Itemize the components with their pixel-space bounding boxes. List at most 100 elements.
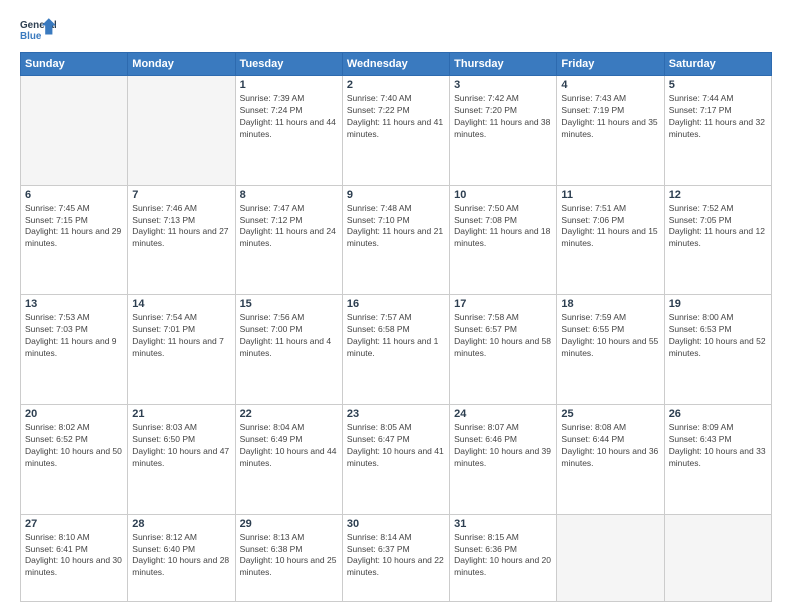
calendar-cell: 4Sunrise: 7:43 AMSunset: 7:19 PMDaylight… [557,76,664,186]
weekday-header-wednesday: Wednesday [342,53,449,76]
calendar-week-3: 13 Sunrise: 7:53 AMSunset: 7:03 PMDayligh… [21,295,772,405]
calendar-cell: 18 Sunrise: 7:59 AMSunset: 6:55 PMDayligh… [557,295,664,405]
calendar-table: SundayMondayTuesdayWednesdayThursdayFrid… [20,52,772,602]
calendar-cell: 11 Sunrise: 7:51 AMSunset: 7:06 PMDayligh… [557,185,664,295]
day-number: 14 [132,298,230,310]
calendar-cell: 22Sunrise: 8:04 AMSunset: 6:49 PMDayligh… [235,405,342,515]
day-number: 7 [132,189,230,201]
day-info: Sunrise: 7:45 AMSunset: 7:15 PMDaylight:… [25,203,123,251]
calendar-cell: 16 Sunrise: 7:57 AMSunset: 6:58 PMDayligh… [342,295,449,405]
day-number: 28 [132,518,230,530]
calendar-week-5: 27 Sunrise: 8:10 AMSunset: 6:41 PMDayligh… [21,514,772,601]
day-info: Sunrise: 7:54 AMSunset: 7:01 PMDaylight:… [132,312,230,360]
calendar-cell: 12Sunrise: 7:52 AMSunset: 7:05 PMDayligh… [664,185,771,295]
calendar-cell: 14 Sunrise: 7:54 AMSunset: 7:01 PMDayligh… [128,295,235,405]
logo-icon: General Blue [20,16,56,44]
calendar-cell: 21 Sunrise: 8:03 AMSunset: 6:50 PMDayligh… [128,405,235,515]
day-info: Sunrise: 8:03 AMSunset: 6:50 PMDaylight:… [132,422,230,470]
day-info: Sunrise: 7:40 AMSunset: 7:22 PMDaylight:… [347,93,445,141]
day-number: 5 [669,79,767,91]
day-info: Sunrise: 8:12 AMSunset: 6:40 PMDaylight:… [132,532,230,580]
day-number: 3 [454,79,552,91]
day-info: Sunrise: 7:46 AMSunset: 7:13 PMDaylight:… [132,203,230,251]
day-info: Sunrise: 7:56 AMSunset: 7:00 PMDaylight:… [240,312,338,360]
calendar-week-2: 6 Sunrise: 7:45 AMSunset: 7:15 PMDaylight… [21,185,772,295]
day-number: 6 [25,189,123,201]
day-number: 13 [25,298,123,310]
calendar-cell [664,514,771,601]
day-info: Sunrise: 8:15 AMSunset: 6:36 PMDaylight:… [454,532,552,580]
weekday-header-monday: Monday [128,53,235,76]
day-number: 26 [669,408,767,420]
day-info: Sunrise: 7:52 AMSunset: 7:05 PMDaylight:… [669,203,767,251]
logo: General Blue [20,16,56,44]
day-info: Sunrise: 7:48 AMSunset: 7:10 PMDaylight:… [347,203,445,251]
calendar-cell: 17Sunrise: 7:58 AMSunset: 6:57 PMDayligh… [450,295,557,405]
day-number: 4 [561,79,659,91]
day-number: 18 [561,298,659,310]
day-number: 1 [240,79,338,91]
weekday-header-row: SundayMondayTuesdayWednesdayThursdayFrid… [21,53,772,76]
day-number: 16 [347,298,445,310]
calendar-cell: 27 Sunrise: 8:10 AMSunset: 6:41 PMDayligh… [21,514,128,601]
day-info: Sunrise: 8:02 AMSunset: 6:52 PMDaylight:… [25,422,123,470]
day-info: Sunrise: 7:57 AMSunset: 6:58 PMDaylight:… [347,312,445,360]
day-number: 25 [561,408,659,420]
weekday-header-saturday: Saturday [664,53,771,76]
day-info: Sunrise: 7:53 AMSunset: 7:03 PMDaylight:… [25,312,123,360]
calendar-cell: 10 Sunrise: 7:50 AMSunset: 7:08 PMDayligh… [450,185,557,295]
calendar-cell: 13 Sunrise: 7:53 AMSunset: 7:03 PMDayligh… [21,295,128,405]
calendar-cell: 31 Sunrise: 8:15 AMSunset: 6:36 PMDayligh… [450,514,557,601]
svg-text:Blue: Blue [20,31,42,42]
day-info: Sunrise: 7:42 AMSunset: 7:20 PMDaylight:… [454,93,552,141]
day-number: 23 [347,408,445,420]
day-number: 29 [240,518,338,530]
day-info: Sunrise: 8:10 AMSunset: 6:41 PMDaylight:… [25,532,123,580]
day-number: 9 [347,189,445,201]
day-info: Sunrise: 8:14 AMSunset: 6:37 PMDaylight:… [347,532,445,580]
day-info: Sunrise: 7:59 AMSunset: 6:55 PMDaylight:… [561,312,659,360]
day-info: Sunrise: 7:44 AMSunset: 7:17 PMDaylight:… [669,93,767,141]
day-info: Sunrise: 8:05 AMSunset: 6:47 PMDaylight:… [347,422,445,470]
calendar-cell: 6 Sunrise: 7:45 AMSunset: 7:15 PMDaylight… [21,185,128,295]
weekday-header-sunday: Sunday [21,53,128,76]
calendar-cell: 5 Sunrise: 7:44 AMSunset: 7:17 PMDaylight… [664,76,771,186]
day-number: 21 [132,408,230,420]
day-number: 8 [240,189,338,201]
day-number: 17 [454,298,552,310]
day-info: Sunrise: 7:39 AMSunset: 7:24 PMDaylight:… [240,93,338,141]
day-info: Sunrise: 7:50 AMSunset: 7:08 PMDaylight:… [454,203,552,251]
calendar-cell: 23 Sunrise: 8:05 AMSunset: 6:47 PMDayligh… [342,405,449,515]
day-info: Sunrise: 7:47 AMSunset: 7:12 PMDaylight:… [240,203,338,251]
day-info: Sunrise: 7:51 AMSunset: 7:06 PMDaylight:… [561,203,659,251]
weekday-header-friday: Friday [557,53,664,76]
calendar-cell [128,76,235,186]
day-number: 10 [454,189,552,201]
day-number: 30 [347,518,445,530]
calendar-cell: 29Sunrise: 8:13 AMSunset: 6:38 PMDayligh… [235,514,342,601]
calendar-cell: 25 Sunrise: 8:08 AMSunset: 6:44 PMDayligh… [557,405,664,515]
calendar-cell [21,76,128,186]
day-number: 27 [25,518,123,530]
day-number: 11 [561,189,659,201]
day-number: 2 [347,79,445,91]
day-number: 22 [240,408,338,420]
calendar-cell: 30 Sunrise: 8:14 AMSunset: 6:37 PMDayligh… [342,514,449,601]
header: General Blue [20,16,772,44]
calendar-cell: 3 Sunrise: 7:42 AMSunset: 7:20 PMDaylight… [450,76,557,186]
calendar-cell: 24Sunrise: 8:07 AMSunset: 6:46 PMDayligh… [450,405,557,515]
calendar-cell: 28 Sunrise: 8:12 AMSunset: 6:40 PMDayligh… [128,514,235,601]
calendar-cell: 7 Sunrise: 7:46 AMSunset: 7:13 PMDaylight… [128,185,235,295]
calendar-week-4: 20Sunrise: 8:02 AMSunset: 6:52 PMDayligh… [21,405,772,515]
weekday-header-thursday: Thursday [450,53,557,76]
calendar-cell: 9 Sunrise: 7:48 AMSunset: 7:10 PMDaylight… [342,185,449,295]
calendar-cell: 20Sunrise: 8:02 AMSunset: 6:52 PMDayligh… [21,405,128,515]
day-info: Sunrise: 8:00 AMSunset: 6:53 PMDaylight:… [669,312,767,360]
day-number: 19 [669,298,767,310]
calendar-week-1: 1 Sunrise: 7:39 AMSunset: 7:24 PMDaylight… [21,76,772,186]
calendar-cell: 19 Sunrise: 8:00 AMSunset: 6:53 PMDayligh… [664,295,771,405]
day-number: 31 [454,518,552,530]
calendar-cell: 2 Sunrise: 7:40 AMSunset: 7:22 PMDaylight… [342,76,449,186]
calendar-cell: 26Sunrise: 8:09 AMSunset: 6:43 PMDayligh… [664,405,771,515]
day-info: Sunrise: 8:08 AMSunset: 6:44 PMDaylight:… [561,422,659,470]
